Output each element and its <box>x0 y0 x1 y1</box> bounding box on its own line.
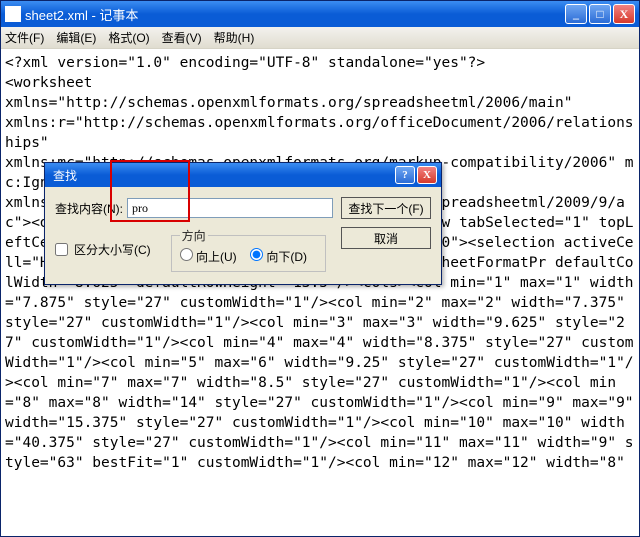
menu-edit[interactable]: 编辑(E) <box>56 29 96 46</box>
cancel-button[interactable]: 取消 <box>341 227 431 249</box>
direction-up-radio[interactable] <box>180 248 193 261</box>
window-controls: _ □ X <box>565 4 635 24</box>
menubar: 文件(F) 编辑(E) 格式(O) 查看(V) 帮助(H) <box>1 27 639 49</box>
find-next-button[interactable]: 查找下一个(F) <box>341 197 431 219</box>
window-title: sheet2.xml - 记事本 <box>25 5 565 24</box>
find-dialog-title: 查找 <box>49 167 395 184</box>
find-dialog: 查找 ? X 查找内容(N): 查找下一个(F) 取消 区分大小写(C) 方向 … <box>44 162 442 285</box>
direction-down-text: 向下(D) <box>266 250 307 264</box>
text-area[interactable]: <?xml version="1.0" encoding="UTF-8" sta… <box>1 49 639 536</box>
find-dialog-titlebar[interactable]: 查找 ? X <box>45 163 441 187</box>
direction-up-text: 向上(U) <box>196 250 237 264</box>
titlebar[interactable]: sheet2.xml - 记事本 _ □ X <box>1 1 639 27</box>
find-dialog-body: 查找内容(N): 查找下一个(F) 取消 区分大小写(C) 方向 向上(U) 向… <box>45 187 441 284</box>
match-case-checkbox[interactable] <box>55 243 68 256</box>
close-button[interactable]: X <box>613 4 635 24</box>
direction-down-label[interactable]: 向下(D) <box>250 250 307 264</box>
find-dialog-controls: ? X <box>395 166 437 184</box>
menu-format[interactable]: 格式(O) <box>108 29 149 46</box>
app-icon <box>5 6 21 22</box>
direction-fieldset: 方向 向上(U) 向下(D) <box>171 227 326 272</box>
menu-help[interactable]: 帮助(H) <box>214 29 255 46</box>
menu-file[interactable]: 文件(F) <box>5 29 44 46</box>
help-button[interactable]: ? <box>395 166 415 184</box>
direction-legend: 方向 <box>180 227 208 244</box>
direction-down-radio[interactable] <box>250 248 263 261</box>
minimize-button[interactable]: _ <box>565 4 587 24</box>
find-label: 查找内容(N): <box>55 200 123 217</box>
maximize-button[interactable]: □ <box>589 4 611 24</box>
find-input[interactable] <box>127 198 333 218</box>
find-close-button[interactable]: X <box>417 166 437 184</box>
match-case-label: 区分大小写(C) <box>74 241 151 258</box>
menu-view[interactable]: 查看(V) <box>162 29 202 46</box>
direction-up-label[interactable]: 向上(U) <box>180 250 237 264</box>
